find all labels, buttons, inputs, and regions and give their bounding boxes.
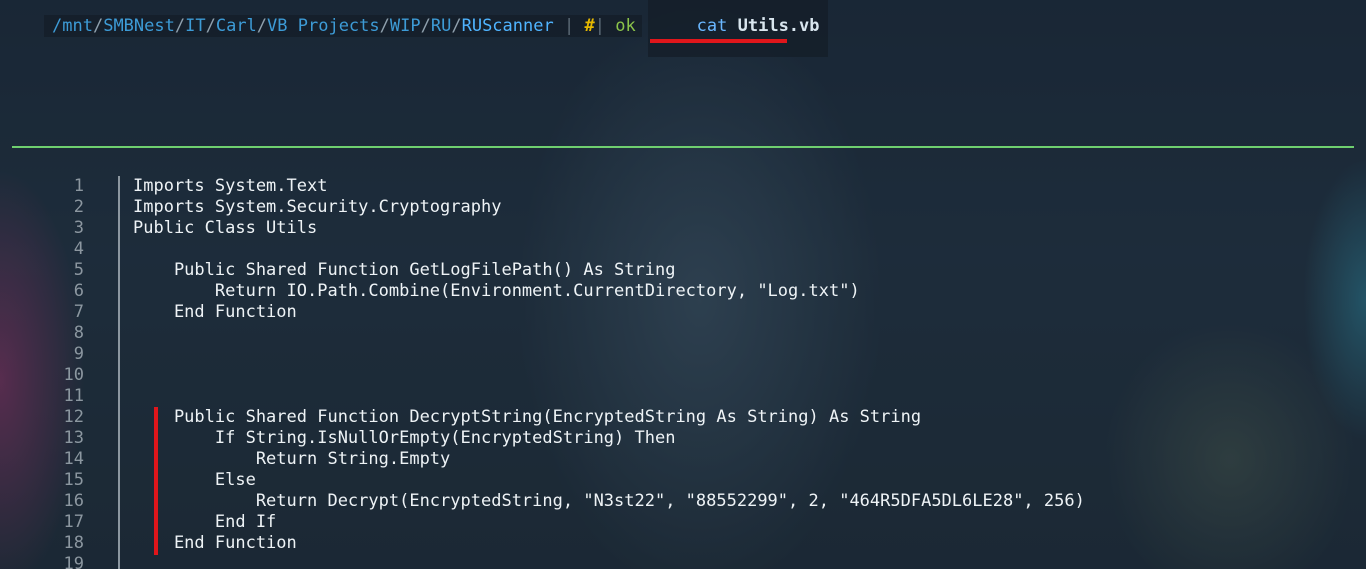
- path-separator: /: [420, 16, 431, 36]
- code-line: 11: [0, 386, 1366, 407]
- code-line: 10: [0, 365, 1366, 386]
- path-separator: /: [174, 16, 186, 36]
- code-line: 13 If String.IsNullOrEmpty(EncryptedStri…: [0, 428, 1366, 449]
- path-current-dir: RUScanner: [461, 16, 554, 36]
- code-text: Return Decrypt(EncryptedString, "N3st22"…: [133, 491, 1085, 511]
- code-text: Return String.Empty: [133, 449, 451, 469]
- line-number: 9: [73, 344, 84, 364]
- code-line: 15 Else: [0, 470, 1366, 491]
- code-line: 2 Imports System.Security.Cryptography: [0, 197, 1366, 218]
- status-ok: ok: [615, 16, 636, 36]
- code-line: 8: [0, 323, 1366, 344]
- path-segment: SMBNest: [103, 16, 175, 36]
- prompt-divider: |: [594, 16, 605, 36]
- path-segment: /mnt: [52, 16, 93, 36]
- code-text: Return IO.Path.Combine(Environment.Curre…: [133, 281, 860, 301]
- line-number: 10: [63, 365, 84, 385]
- line-number: 15: [63, 470, 84, 490]
- annotation-underline: [650, 39, 787, 43]
- code-text: Imports System.Security.Cryptography: [133, 197, 502, 217]
- code-line: 1 Imports System.Text: [0, 176, 1366, 197]
- path-separator: /: [92, 16, 104, 36]
- line-number: 13: [63, 428, 84, 448]
- line-number: 12: [63, 407, 84, 427]
- code-line: 19: [0, 554, 1366, 569]
- code-line: 18 End Function: [0, 533, 1366, 554]
- output-separator-line: [12, 146, 1354, 148]
- line-number: 18: [63, 533, 84, 553]
- command-name: cat: [696, 16, 728, 36]
- path-separator: /: [205, 16, 216, 36]
- line-number: 3: [73, 218, 84, 238]
- code-text: If String.IsNullOrEmpty(EncryptedString)…: [133, 428, 676, 448]
- code-line: 5 Public Shared Function GetLogFilePath(…: [0, 260, 1366, 281]
- line-number: 6: [73, 281, 84, 301]
- code-text: Public Class Utils: [133, 218, 318, 238]
- code-line: 16 Return Decrypt(EncryptedString, "N3st…: [0, 491, 1366, 512]
- code-line: 17 End If: [0, 512, 1366, 533]
- command-line[interactable]: cat Utils.vb: [647, 0, 828, 57]
- code-line: 12 Public Shared Function DecryptString(…: [0, 407, 1366, 428]
- line-number: 11: [63, 386, 84, 406]
- hash-icon: #: [584, 16, 595, 36]
- prompt-divider: |: [563, 16, 575, 36]
- line-number: 2: [73, 197, 84, 217]
- code-text: Public Shared Function GetLogFilePath() …: [133, 260, 676, 280]
- path-separator: /: [379, 16, 390, 36]
- path-separator: /: [451, 16, 462, 36]
- shell-prompt: /mnt / SMBNest / IT / Carl / VB Projects / WIP / RU /…: [44, 0, 828, 57]
- path-separator: /: [256, 16, 268, 36]
- line-number: 7: [73, 302, 84, 322]
- code-line: 6 Return IO.Path.Combine(Environment.Cur…: [0, 281, 1366, 302]
- code-text: Public Shared Function DecryptString(Enc…: [133, 407, 922, 427]
- code-text: End If: [133, 512, 277, 532]
- path-segment: WIP: [389, 16, 421, 36]
- line-number: 17: [63, 512, 84, 532]
- path-segment: Carl: [215, 16, 257, 36]
- prompt-path: /mnt / SMBNest / IT / Carl / VB Projects / WIP / RU /…: [44, 15, 642, 37]
- line-number: 19: [63, 554, 84, 569]
- path-segment: RU: [430, 16, 452, 36]
- line-number: 16: [63, 491, 84, 511]
- line-number: 1: [73, 176, 84, 196]
- code-line: 4: [0, 239, 1366, 260]
- prompt-divider: [554, 16, 564, 36]
- path-segment: IT: [185, 16, 206, 36]
- code-line: 14 Return String.Empty: [0, 449, 1366, 470]
- code-text: End Function: [133, 302, 297, 322]
- path-segment: VB Projects: [267, 16, 380, 36]
- code-text: Else: [133, 470, 256, 490]
- line-number: 4: [73, 239, 84, 259]
- code-line: 9: [0, 344, 1366, 365]
- code-text: Imports System.Text: [133, 176, 328, 196]
- line-number: 8: [73, 323, 84, 343]
- code-line: 7 End Function: [0, 302, 1366, 323]
- command-argument: Utils.vb: [737, 16, 820, 36]
- line-number: 14: [63, 449, 84, 469]
- code-view[interactable]: 1 Imports System.Text 2 Imports System.Sec…: [0, 176, 1366, 569]
- line-number: 5: [73, 260, 84, 280]
- code-line: 3 Public Class Utils: [0, 218, 1366, 239]
- code-text: End Function: [133, 533, 297, 553]
